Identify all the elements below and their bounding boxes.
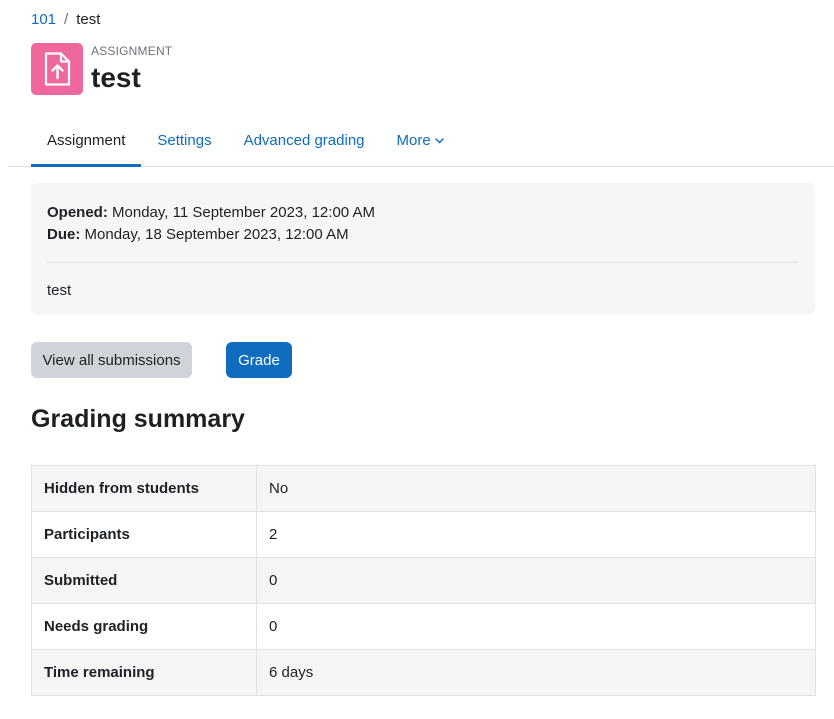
due-date: Due: Monday, 18 September 2023, 12:00 AM [47,224,799,246]
row-label: Participants [31,511,257,558]
breadcrumb-link-course[interactable]: 101 [31,11,56,29]
grade-button[interactable]: Grade [226,342,292,378]
tab-label: Advanced grading [243,132,365,149]
table-row: Participants 2 [31,511,816,558]
assignment-upload-icon [31,43,83,95]
chevron-down-icon [434,137,444,144]
page-header: ASSIGNMENT test [31,43,172,95]
row-label: Time remaining [31,649,257,696]
tab-label: Settings [157,132,212,149]
section-title: Grading summary [31,405,245,433]
module-type-label: ASSIGNMENT [91,44,173,58]
tab-more[interactable]: More [381,115,460,166]
tab-label: Assignment [47,132,126,149]
divider [47,262,799,263]
assignment-description: test [47,282,72,299]
breadcrumb: 101 / test [31,11,100,29]
view-all-submissions-button[interactable]: View all submissions [31,342,192,378]
row-label: Submitted [31,557,257,604]
due-label: Due: [47,226,81,243]
due-value: Monday, 18 September 2023, 12:00 AM [84,226,349,243]
page-title: test [91,62,141,93]
opened-date: Opened: Monday, 11 September 2023, 12:00… [47,202,799,224]
tab-settings[interactable]: Settings [141,115,227,166]
tab-label: More [396,132,431,149]
table-row: Hidden from students No [31,465,816,512]
breadcrumb-current: test [76,11,101,28]
activity-dates-box: Opened: Monday, 11 September 2023, 12:00… [31,183,815,314]
row-value: No [256,465,816,512]
tab-assignment[interactable]: Assignment [31,115,142,167]
row-value: 2 [256,511,816,558]
row-label: Hidden from students [31,465,257,512]
row-label: Needs grading [31,603,257,650]
breadcrumb-separator: / [64,11,69,28]
table-row: Submitted 0 [31,557,816,604]
table-row: Needs grading 0 [31,603,816,650]
row-value: 0 [256,557,816,604]
row-value: 0 [256,603,816,650]
table-row: Time remaining 6 days [31,649,816,696]
opened-label: Opened: [47,204,108,221]
grading-summary-table: Hidden from students No Participants 2 S… [31,465,816,696]
row-value: 6 days [256,649,816,696]
tab-advanced-grading[interactable]: Advanced grading [228,115,381,166]
secondary-navigation: Assignment Settings Advanced grading Mor… [8,115,834,167]
opened-value: Monday, 11 September 2023, 12:00 AM [112,204,375,221]
